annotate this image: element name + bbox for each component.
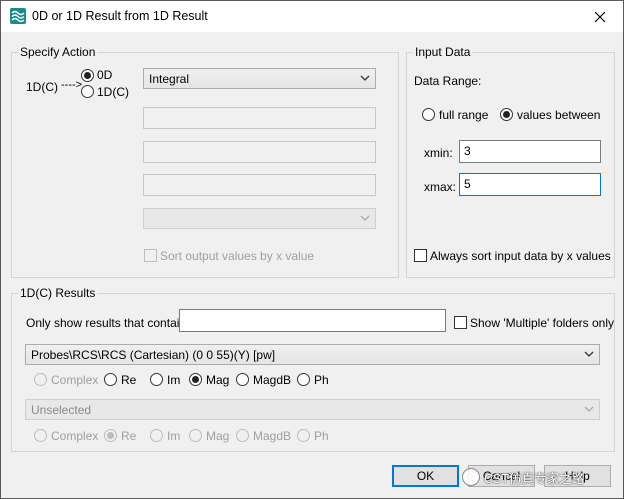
close-button[interactable] (577, 1, 623, 32)
mode-magdb-radio[interactable] (236, 373, 249, 386)
xmin-value: 3 (464, 144, 471, 158)
wechat-icon (462, 468, 480, 486)
result-combo[interactable]: Probes\RCS\RCS (Cartesian) (0 0 55)(Y) [… (25, 344, 600, 365)
specify-action-title: Specify Action (18, 45, 98, 60)
param-combo[interactable] (143, 208, 376, 229)
mode-mag-label: Mag (206, 373, 230, 387)
mode2-mag-radio[interactable] (189, 429, 202, 442)
mode2-re-label: Re (121, 429, 137, 443)
second-result-combo[interactable]: Unselected (25, 399, 600, 420)
data-range-label: Data Range: (414, 74, 482, 88)
second-combo-value: Unselected (31, 403, 92, 417)
mode-re-radio[interactable] (104, 373, 117, 386)
xmax-input[interactable]: 5 (459, 173, 601, 196)
values-between-label: values between (517, 108, 601, 122)
always-sort-checkbox[interactable] (414, 249, 427, 262)
radio-1dc-label: 1D(C) (97, 85, 129, 99)
mode-ph-label: Ph (314, 373, 329, 387)
mode-complex-radio[interactable] (34, 373, 47, 386)
sort-output-checkbox[interactable] (144, 249, 157, 262)
mode2-magdb-label: MagdB (253, 429, 292, 443)
chevron-down-icon (584, 406, 594, 412)
mode-mag-radio[interactable] (189, 373, 202, 386)
xmin-label: xmin: (424, 146, 453, 160)
mode2-magdb-radio[interactable] (236, 429, 249, 442)
operation-combo-value: Integral (149, 72, 190, 86)
show-multiple-checkbox[interactable] (454, 316, 467, 329)
results-title: 1D(C) Results (18, 286, 98, 301)
watermark: CST仿真专家之路 (462, 468, 584, 486)
mode-re-label: Re (121, 373, 137, 387)
mode2-im-radio[interactable] (150, 429, 163, 442)
dialog-window: 0D or 1D Result from 1D Result Specify A… (0, 0, 624, 499)
mode2-complex-radio[interactable] (34, 429, 47, 442)
source-label: 1D(C) (26, 80, 58, 94)
operation-combo[interactable]: Integral (143, 68, 376, 89)
input-data-title: Input Data (413, 45, 473, 60)
mode-im-label: Im (167, 373, 181, 387)
xmin-input[interactable]: 3 (459, 140, 601, 163)
full-range-label: full range (439, 108, 489, 122)
chevron-down-icon (360, 75, 370, 81)
show-multiple-label: Show 'Multiple' folders only (470, 316, 614, 330)
title-bar: 0D or 1D Result from 1D Result (1, 1, 623, 32)
mode2-ph-radio[interactable] (297, 429, 310, 442)
window-title: 0D or 1D Result from 1D Result (32, 9, 208, 23)
param-field-2[interactable] (143, 141, 376, 163)
chevron-down-icon (584, 351, 594, 357)
filter-input[interactable] (179, 309, 446, 332)
radio-0d-label: 0D (97, 68, 113, 82)
sort-output-label: Sort output values by x value (160, 249, 315, 263)
always-sort-label: Always sort input data by x values (430, 249, 611, 263)
xmax-label: xmax: (424, 180, 457, 194)
mode-im-radio[interactable] (150, 373, 163, 386)
watermark-text: CST仿真专家之路 (484, 471, 585, 486)
arrow-text: ----> (61, 79, 83, 91)
param-field-1[interactable] (143, 107, 376, 129)
xmax-value: 5 (464, 177, 471, 191)
radio-full-range[interactable] (422, 108, 435, 121)
param-field-3[interactable] (143, 174, 376, 196)
mode-complex-label: Complex (51, 373, 99, 387)
mode2-mag-label: Mag (206, 429, 230, 443)
app-icon (10, 8, 26, 24)
mode2-ph-label: Ph (314, 429, 329, 443)
radio-0d[interactable] (81, 69, 94, 82)
chevron-down-icon (360, 215, 370, 221)
mode-ph-radio[interactable] (297, 373, 310, 386)
result-combo-value: Probes\RCS\RCS (Cartesian) (0 0 55)(Y) [… (31, 348, 276, 362)
mode2-complex-label: Complex (51, 429, 99, 443)
ok-button[interactable]: OK (392, 465, 459, 487)
mode2-im-label: Im (167, 429, 181, 443)
radio-values-between[interactable] (500, 108, 513, 121)
mode2-re-radio[interactable] (104, 429, 117, 442)
close-icon (594, 11, 606, 22)
mode-magdb-label: MagdB (253, 373, 292, 387)
filter-label: Only show results that contain: (26, 316, 190, 330)
radio-1dc[interactable] (81, 85, 94, 98)
